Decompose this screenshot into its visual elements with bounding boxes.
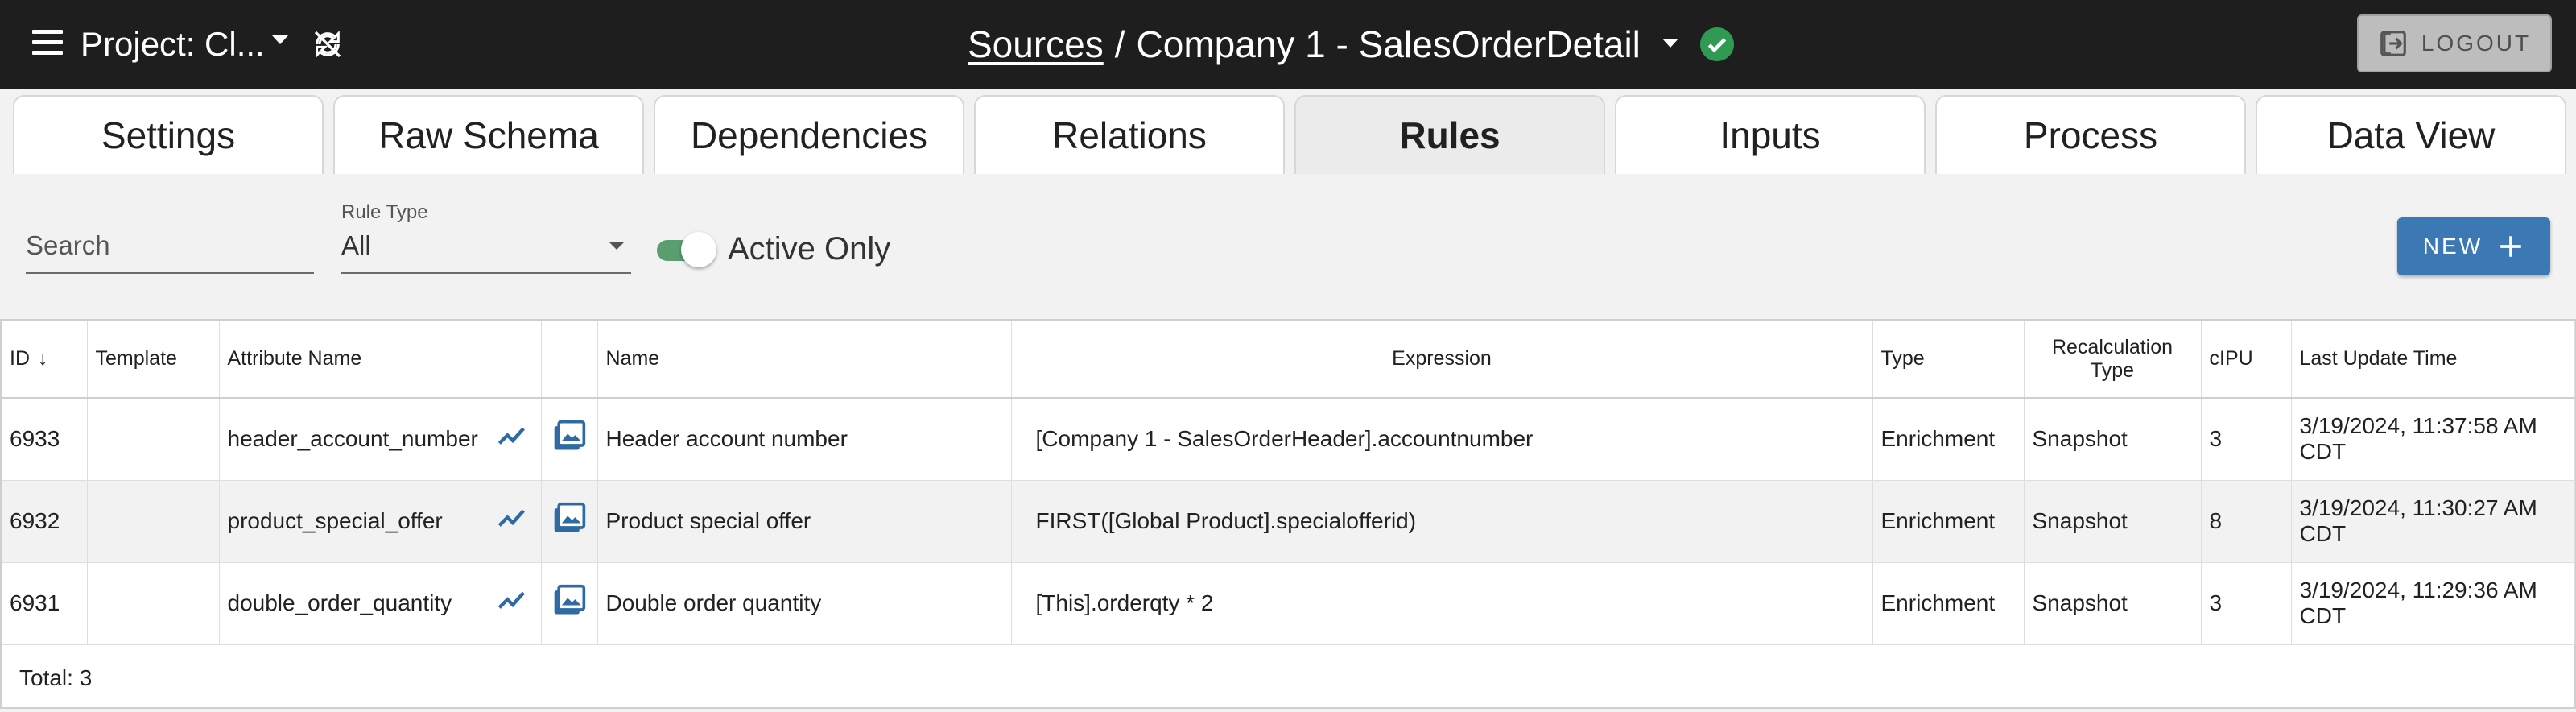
plus-icon — [2500, 236, 2521, 257]
cell-name: Product special offer — [597, 480, 1012, 563]
rule-type-select[interactable]: All — [341, 226, 631, 274]
tab-relations[interactable]: Relations — [974, 95, 1285, 174]
column-header-recalculation-type[interactable]: Recalculation Type — [2024, 321, 2202, 399]
breadcrumb-sources-link[interactable]: Sources — [968, 23, 1104, 65]
cell-template — [87, 562, 220, 645]
new-label: NEW — [2422, 234, 2483, 259]
check-circle-icon — [1700, 27, 1734, 61]
cell-recalculation-type: Snapshot — [2024, 398, 2202, 481]
gallery-cell[interactable] — [541, 562, 598, 645]
logout-icon — [2380, 31, 2406, 56]
cell-expression: [Company 1 - SalesOrderHeader].accountnu… — [1011, 398, 1873, 481]
tab-process[interactable]: Process — [1935, 95, 2246, 174]
cell-cipu: 3 — [2201, 562, 2292, 645]
cell-recalculation-type: Snapshot — [2024, 480, 2202, 563]
rule-type-label: Rule Type — [341, 201, 428, 223]
table-row[interactable]: 6931 double_order_quantity Double order … — [2, 562, 2575, 645]
lineage-cell[interactable] — [485, 398, 542, 481]
photo-library-icon[interactable] — [550, 583, 588, 619]
column-header-name[interactable]: Name — [597, 321, 1012, 399]
cell-expression: FIRST([Global Product].specialofferid) — [1011, 480, 1873, 563]
search-input[interactable]: Search — [26, 226, 314, 274]
logout-label: LOGOUT — [2421, 31, 2532, 56]
table-row[interactable]: 6932 product_special_offer Product speci… — [2, 480, 2575, 563]
sync-disabled-icon[interactable] — [312, 28, 344, 60]
tab-data-view[interactable]: Data View — [2256, 95, 2566, 174]
column-header-type[interactable]: Type — [1872, 321, 2025, 399]
cell-attribute-name: header_account_number — [219, 398, 485, 481]
cell-template — [87, 398, 220, 481]
cell-cipu: 3 — [2201, 398, 2292, 481]
gallery-cell[interactable] — [541, 398, 598, 481]
cell-attribute-name: product_special_offer — [219, 480, 485, 563]
cell-last-update-time: 3/19/2024, 11:29:36 AM CDT — [2291, 562, 2575, 645]
cell-id: 6931 — [2, 562, 88, 645]
column-header-id[interactable]: ID ↓ — [2, 321, 88, 399]
filter-bar: Search Rule Type All Active Only NEW — [0, 174, 2576, 319]
top-app-bar: Project: Cl... Sources / Company 1 - Sales… — [0, 0, 2576, 89]
cell-recalculation-type: Snapshot — [2024, 562, 2202, 645]
tab-rules[interactable]: Rules — [1294, 95, 1605, 174]
rules-table: ID ↓ Template Attribute Name Name Express… — [0, 319, 2576, 709]
arrow-down-icon[interactable]: ↓ — [38, 347, 48, 370]
menu-icon[interactable] — [32, 30, 63, 59]
column-header-cipu[interactable]: cIPU — [2201, 321, 2292, 399]
column-header-expression[interactable]: Expression — [1011, 321, 1873, 399]
trend-line-icon[interactable] — [494, 503, 531, 535]
rule-type-value: All — [341, 230, 371, 260]
tab-inputs[interactable]: Inputs — [1615, 95, 1926, 174]
project-dropdown-caret-icon[interactable] — [272, 35, 288, 44]
gallery-cell[interactable] — [541, 480, 598, 563]
cell-name: Double order quantity — [597, 562, 1012, 645]
breadcrumb: Sources / Company 1 - SalesOrderDetail — [968, 21, 1641, 68]
active-only-label: Active Only — [728, 231, 891, 267]
tab-settings[interactable]: Settings — [13, 95, 324, 174]
active-only-toggle[interactable] — [657, 230, 716, 271]
cell-attribute-name: double_order_quantity — [219, 562, 485, 645]
column-header-lineage — [485, 321, 542, 399]
breadcrumb-separator: / — [1114, 23, 1125, 65]
trend-line-icon[interactable] — [494, 420, 531, 453]
photo-library-icon[interactable] — [550, 419, 588, 454]
cell-last-update-time: 3/19/2024, 11:37:58 AM CDT — [2291, 398, 2575, 481]
column-header-template[interactable]: Template — [87, 321, 220, 399]
cell-expression: [This].orderqty * 2 — [1011, 562, 1873, 645]
tab-dependencies[interactable]: Dependencies — [654, 95, 964, 174]
tab-raw-schema[interactable]: Raw Schema — [333, 95, 644, 174]
cell-type: Enrichment — [1872, 562, 2025, 645]
logout-button[interactable]: LOGOUT — [2357, 14, 2552, 72]
cell-name: Header account number — [597, 398, 1012, 481]
tab-bar: Settings Raw Schema Dependencies Relatio… — [0, 89, 2576, 174]
chevron-down-icon — [609, 242, 625, 250]
new-rule-button[interactable]: NEW — [2397, 217, 2550, 275]
column-header-gallery — [541, 321, 598, 399]
page-title: Company 1 - SalesOrderDetail — [1136, 23, 1641, 65]
cell-template — [87, 480, 220, 563]
cell-last-update-time: 3/19/2024, 11:30:27 AM CDT — [2291, 480, 2575, 563]
cell-id: 6932 — [2, 480, 88, 563]
cell-id: 6933 — [2, 398, 88, 481]
cell-type: Enrichment — [1872, 398, 2025, 481]
table-total-count: Total: 3 — [19, 664, 93, 690]
project-selector[interactable]: Project: Cl... — [80, 23, 265, 66]
column-header-attribute-name[interactable]: Attribute Name — [219, 321, 485, 399]
column-header-last-update-time[interactable]: Last Update Time — [2291, 321, 2575, 399]
lineage-cell[interactable] — [485, 480, 542, 563]
table-row[interactable]: 6933 header_account_number Header accoun… — [2, 398, 2575, 481]
trend-line-icon[interactable] — [494, 585, 531, 617]
cell-cipu: 8 — [2201, 480, 2292, 563]
cell-type: Enrichment — [1872, 480, 2025, 563]
photo-library-icon[interactable] — [550, 501, 588, 536]
lineage-cell[interactable] — [485, 562, 542, 645]
source-dropdown-caret-icon[interactable] — [1662, 39, 1678, 48]
table-header-row: ID ↓ Template Attribute Name Name Express… — [2, 321, 2575, 399]
